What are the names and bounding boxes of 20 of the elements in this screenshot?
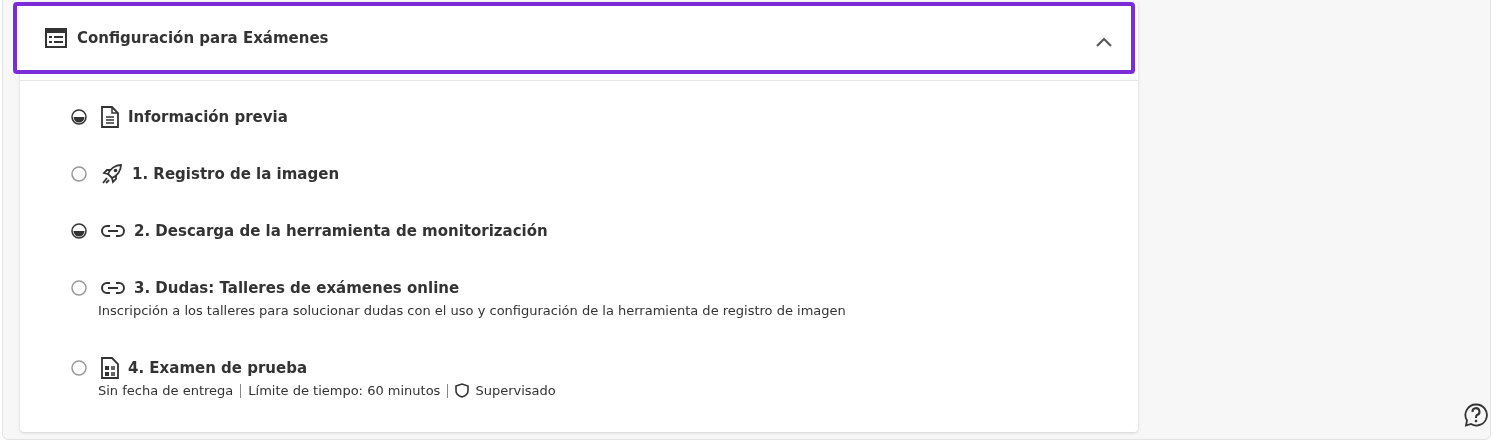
- rocket-icon: [101, 163, 123, 185]
- document-icon: [101, 106, 119, 128]
- item-link[interactable]: 3. Dudas: Talleres de exámenes online: [134, 279, 460, 297]
- shield-icon: [455, 383, 470, 398]
- item-link[interactable]: 2. Descarga de la herramienta de monitorización: [134, 222, 548, 240]
- link-icon: [101, 224, 125, 238]
- item-description: Inscripción a los talleres para solucionar dudas con el uso y configuración de la herramienta de registro de imagen: [98, 303, 847, 318]
- link-icon: [101, 281, 125, 295]
- item-detail: Límite de tiempo: 60 minutos: [248, 383, 441, 398]
- list-icon: [45, 28, 67, 48]
- test-document-icon: [101, 357, 119, 379]
- item-detail: Sin fecha de entrega: [98, 383, 234, 398]
- chevron-icon[interactable]: [1095, 36, 1113, 48]
- item-link[interactable]: 4. Examen de prueba: [128, 359, 308, 377]
- item-link[interactable]: Información previa: [128, 108, 288, 126]
- item-link[interactable]: 1. Registro de la imagen: [132, 165, 340, 183]
- help-icon[interactable]: [1464, 403, 1488, 427]
- section-header[interactable]: Configuración para Exámenes: [13, 2, 1135, 74]
- item-detail: Supervisado: [475, 383, 556, 398]
- section-title: Configuración para Exámenes: [77, 29, 329, 47]
